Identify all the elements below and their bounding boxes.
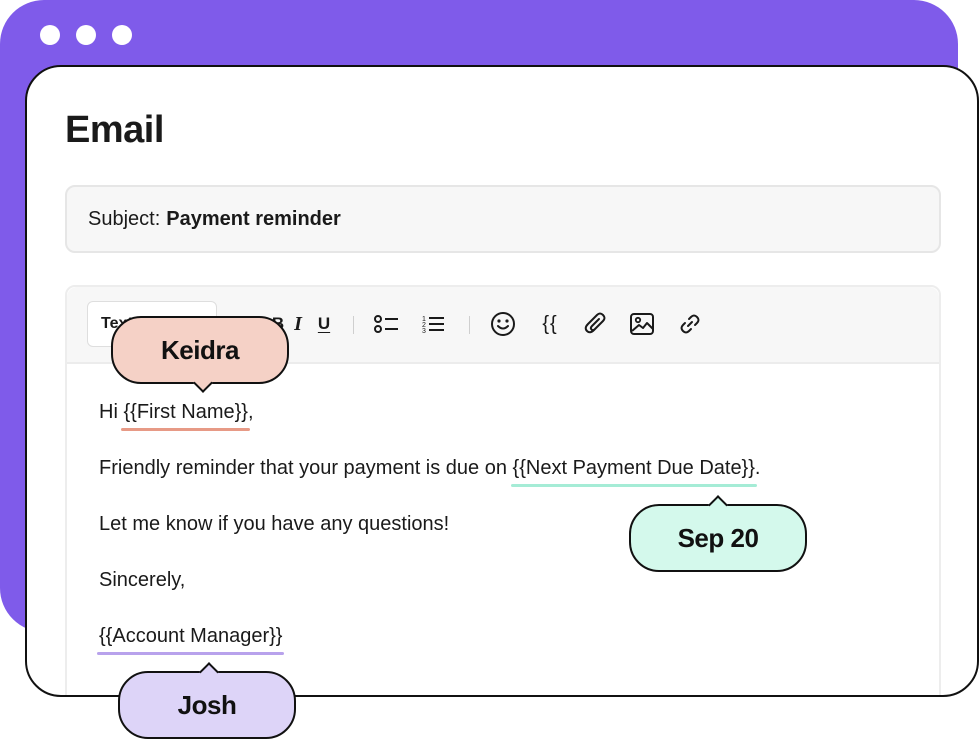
signature-line: {{Account Manager}} [99,625,282,648]
emoji-button[interactable] [488,309,518,339]
reminder-line: Friendly reminder that your payment is d… [99,457,760,480]
insert-link-button[interactable] [675,309,705,339]
account-manager-preview-value: Josh [177,689,237,720]
window-dot-2 [76,25,96,45]
link-icon [680,314,700,334]
numbered-list-button[interactable]: 1 2 3 [419,309,449,339]
insert-variable-button[interactable]: {{ [535,309,565,339]
window-dot-1 [40,25,60,45]
first-name-preview-bubble: Keidra [111,316,289,393]
due-date-preview-value: Sep 20 [677,522,759,553]
account-manager-preview-bubble: Josh [118,662,296,739]
email-composer-card: Email Subject: Payment reminder Text B I… [25,65,979,697]
reminder-punctuation: . [754,457,761,479]
underline-button[interactable]: U [309,309,339,339]
account-manager-variable[interactable]: {{Account Manager}} [99,625,282,647]
svg-text:3: 3 [422,328,426,335]
greeting-text: Hi [99,401,124,423]
questions-line: Let me know if you have any questions! [99,513,450,535]
emoji-icon [491,312,515,336]
first-name-variable[interactable]: {{First Name}} [123,401,248,423]
image-icon [630,313,654,335]
insert-image-button[interactable] [627,309,657,339]
bullet-list-icon [374,315,398,333]
page-title: Email [65,109,164,151]
subject-value: Payment reminder [166,207,341,230]
greeting-punctuation: , [247,401,254,423]
toolbar-divider [469,316,470,334]
first-name-preview-value: Keidra [161,334,239,365]
bullet-list-button[interactable] [372,309,402,339]
window-dot-3 [112,25,132,45]
due-date-variable[interactable]: {{Next Payment Due Date}} [513,457,755,479]
subject-field[interactable]: Subject: Payment reminder [65,185,941,253]
paperclip-icon [584,312,606,334]
toolbar-divider [353,316,354,334]
numbered-list-icon: 1 2 3 [422,316,444,335]
attach-file-button[interactable] [581,309,611,339]
reminder-text: Friendly reminder that your payment is d… [99,457,513,479]
greeting-line: Hi {{First Name}}, [99,401,254,424]
closing-line: Sincerely, [99,569,186,591]
subject-label: Subject: [88,207,161,230]
due-date-preview-bubble: Sep 20 [629,495,807,572]
